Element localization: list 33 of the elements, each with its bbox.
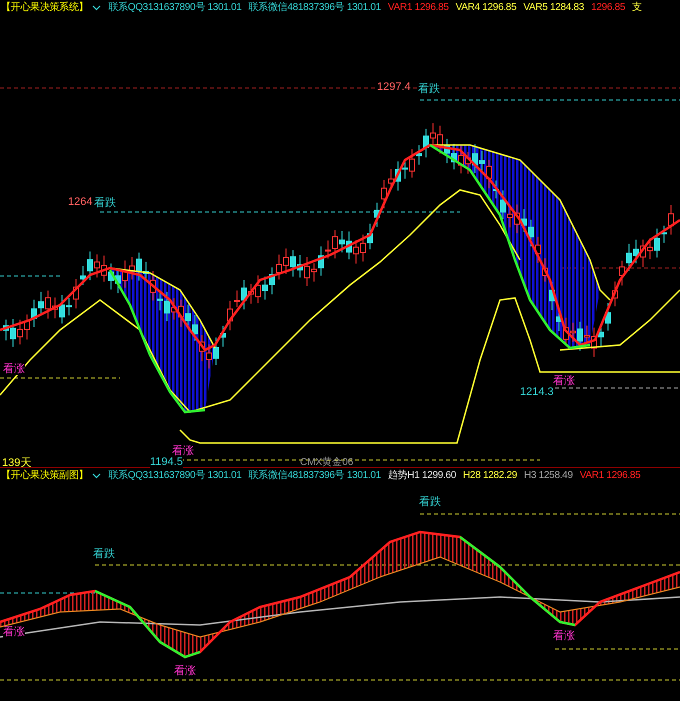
- signal-label: 看涨: [3, 364, 25, 375]
- signal-label: 看涨: [174, 666, 196, 677]
- signal-label: 看跌: [418, 84, 440, 95]
- header-text: VAR4 1296.85: [456, 3, 516, 13]
- header-text: 联系QQ3131637890号 1301.01: [108, 471, 242, 481]
- signal-label: 看涨: [3, 627, 25, 638]
- header-text: VAR1 1296.85: [388, 3, 449, 13]
- signal-label: 1264: [68, 197, 92, 208]
- header-text: H3 1258.49: [524, 471, 573, 481]
- signal-label: 看跌: [419, 497, 441, 508]
- signal-label: 1214.3: [520, 387, 554, 398]
- signal-label: 看跌: [94, 198, 116, 209]
- header-text: 联系微信481837396号 1301.01: [248, 471, 381, 481]
- signal-label: 看跌: [93, 549, 115, 560]
- header-text: 【开心果决策副图】: [1, 471, 88, 481]
- header-text: 1296.85: [591, 3, 626, 13]
- period-label: 139天: [2, 458, 32, 469]
- signal-label: 1297.4: [377, 82, 411, 93]
- header-text: 联系微信481837396号 1301.01: [248, 3, 381, 13]
- header-text: VAR1 1296.85: [580, 471, 640, 481]
- signal-label: 1194.5: [150, 457, 183, 468]
- chevron-icon[interactable]: [92, 473, 102, 479]
- instrument-label: CMX黄金06: [300, 458, 354, 468]
- header-text: H28 1282.29: [463, 471, 517, 481]
- header-text: VAR5 1284.83: [523, 3, 584, 13]
- header-text: 趋势H1 1299.60: [388, 471, 456, 481]
- header-text: 联系QQ3131637890号 1301.01: [108, 3, 242, 13]
- chevron-icon[interactable]: [92, 5, 102, 11]
- header-text: 支: [632, 3, 642, 13]
- signal-label: 看涨: [553, 631, 575, 642]
- signal-label: 看涨: [553, 376, 575, 387]
- header-text: 【开心果决策系统】: [1, 3, 88, 13]
- signal-label: 看涨: [172, 446, 194, 457]
